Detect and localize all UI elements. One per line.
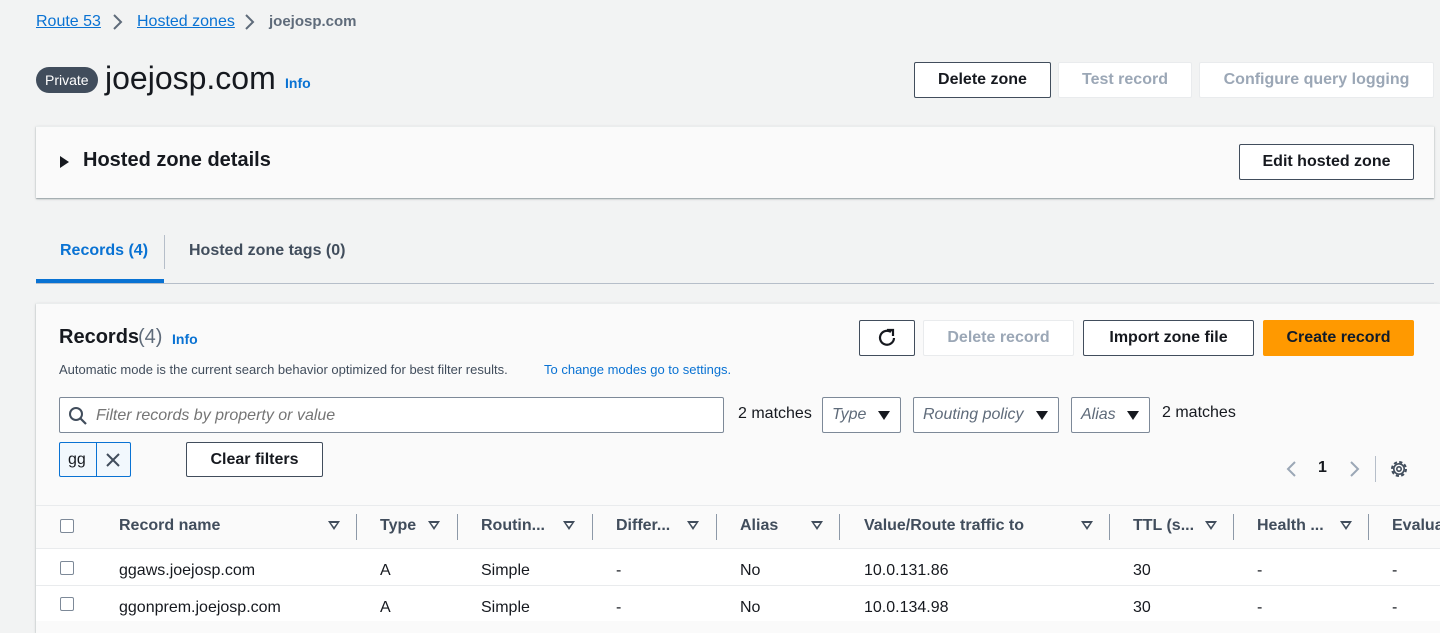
sort-icon[interactable] [687,521,699,530]
caret-down-icon [1127,411,1139,420]
row-checkbox[interactable] [60,597,74,611]
chevron-right-icon [245,14,255,30]
evaluate-cell: - [1392,599,1398,616]
record-name-cell: ggonprem.joejosp.com [119,599,281,616]
filter-matches: 2 matches [1162,404,1236,421]
alias-cell: No [740,599,761,616]
type-filter-label: Type [832,406,867,423]
records-count: (4) [138,326,163,348]
row-checkbox[interactable] [60,561,74,575]
caret-down-icon [1036,411,1048,420]
column-routing[interactable]: Routin... [481,517,545,535]
edit-hosted-zone-button[interactable]: Edit hosted zone [1239,144,1414,180]
caret-right-icon[interactable] [60,156,69,168]
tabs-bottom-border [36,283,1434,284]
sort-icon[interactable] [1081,521,1093,530]
health-cell: - [1257,599,1263,616]
alias-filter-select[interactable]: Alias [1071,397,1150,433]
tab-hosted-zone-tags[interactable]: Hosted zone tags (0) [189,242,345,260]
type-filter-select[interactable]: Type [822,397,901,433]
page-title: joejosp.com [105,60,276,96]
ttl-cell: 30 [1133,562,1151,579]
import-zone-file-button[interactable]: Import zone file [1083,320,1254,356]
gear-icon[interactable] [1388,458,1410,480]
column-type[interactable]: Type [380,517,416,535]
close-icon[interactable] [105,452,121,468]
private-badge: Private [36,67,98,93]
column-evaluate[interactable]: Evalua [1392,517,1440,535]
breadcrumb-current: joejosp.com [269,13,357,30]
health-cell: - [1257,562,1263,579]
column-ttl[interactable]: TTL (s... [1133,517,1194,535]
breadcrumb-hosted-zones-link[interactable]: Hosted zones [137,12,235,32]
column-value[interactable]: Value/Route traffic to [864,517,1024,535]
column-record-name[interactable]: Record name [119,517,220,535]
column-differentiator[interactable]: Differ... [616,517,670,535]
type-cell: A [380,562,391,579]
tab-records[interactable]: Records (4) [60,242,148,260]
sort-icon[interactable] [563,521,575,530]
chevron-left-icon[interactable] [1284,459,1300,479]
sort-icon[interactable] [1340,521,1352,530]
differentiator-cell: - [616,599,622,616]
configure-query-logging-button[interactable]: Configure query logging [1199,62,1434,98]
routing-cell: Simple [481,599,530,616]
clear-filters-button[interactable]: Clear filters [186,442,323,477]
records-info-link[interactable]: Info [172,331,198,347]
ttl-cell: 30 [1133,599,1151,616]
delete-zone-button[interactable]: Delete zone [914,62,1051,98]
type-cell: A [380,599,391,616]
hosted-zone-details-panel: Hosted zone details Edit hosted zone [36,126,1434,198]
select-all-checkbox[interactable] [60,519,74,533]
create-record-button[interactable]: Create record [1263,320,1414,356]
value-cell: 10.0.134.98 [864,599,949,616]
column-health[interactable]: Health ... [1257,517,1324,535]
alias-filter-label: Alias [1081,406,1116,423]
filter-token: gg [59,442,131,477]
hosted-zone-details-title[interactable]: Hosted zone details [83,149,271,172]
search-icon [69,407,87,425]
differentiator-cell: - [616,562,622,579]
header-info-link[interactable]: Info [285,75,311,91]
column-alias[interactable]: Alias [740,517,778,535]
filter-search-box[interactable] [59,397,724,433]
tab-divider [164,235,165,269]
sort-icon[interactable] [428,521,440,530]
refresh-button[interactable] [859,320,915,356]
table-header [36,506,1440,548]
records-description: Automatic mode is the current search beh… [59,362,508,377]
routing-policy-filter-label: Routing policy [923,406,1024,423]
refresh-icon [878,328,896,346]
current-page[interactable]: 1 [1318,459,1327,477]
records-title: Records [59,326,140,348]
test-record-button[interactable]: Test record [1058,62,1192,98]
delete-record-button[interactable]: Delete record [923,320,1074,356]
caret-down-icon [878,411,890,420]
sort-icon[interactable] [811,521,823,530]
breadcrumb-route53-link[interactable]: Route 53 [36,12,101,32]
change-modes-link[interactable]: To change modes go to settings. [544,362,731,377]
sort-icon[interactable] [1205,521,1217,530]
routing-policy-filter-select[interactable]: Routing policy [913,397,1059,433]
filter-token-label: gg [68,451,86,468]
record-name-cell: ggaws.joejosp.com [119,562,256,579]
search-matches: 2 matches [738,405,812,422]
filter-search-input[interactable] [94,404,718,428]
value-cell: 10.0.131.86 [864,562,949,579]
alias-cell: No [740,562,761,579]
sort-icon[interactable] [328,521,340,530]
routing-cell: Simple [481,562,530,579]
evaluate-cell: - [1392,562,1398,579]
chevron-right-icon [113,14,123,30]
chevron-right-icon[interactable] [1346,459,1362,479]
